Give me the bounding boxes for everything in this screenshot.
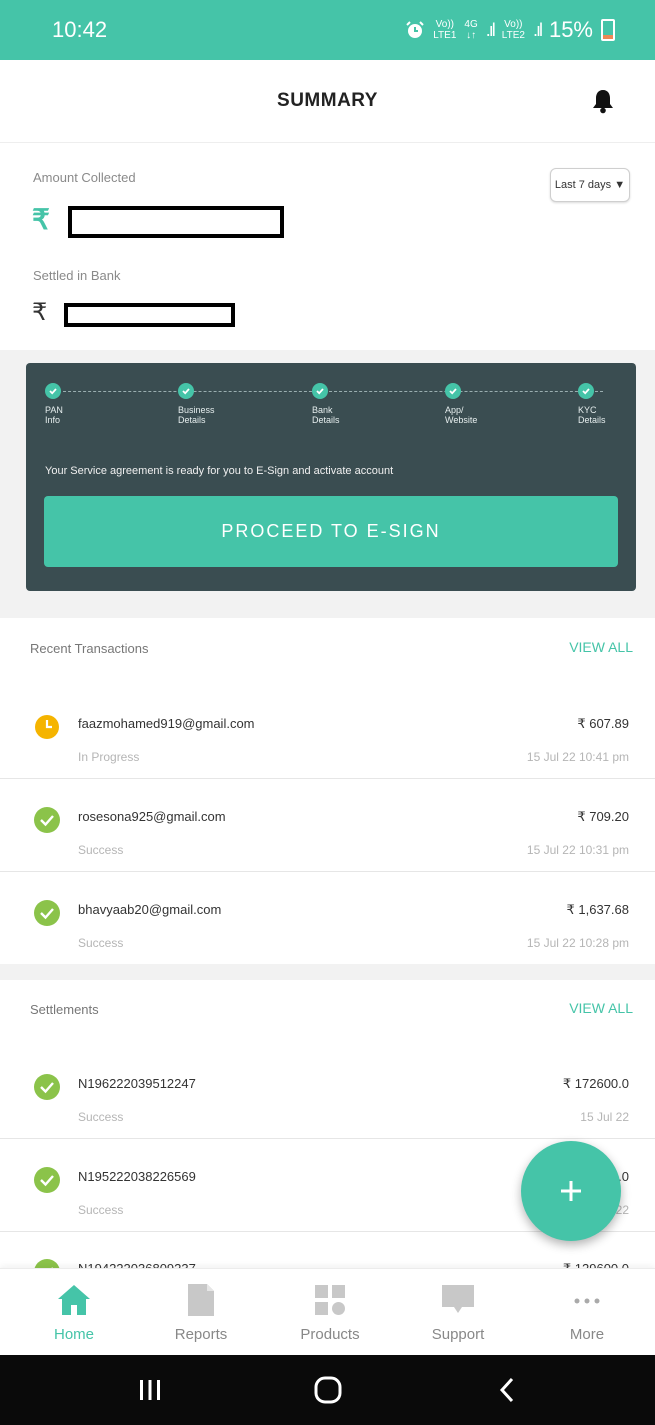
settlement-date: 15 Jul 22 — [580, 1110, 629, 1124]
check-circle-icon — [34, 1167, 60, 1193]
transaction-row[interactable]: rosesona925@gmail.com ₹ 709.20 Success 1… — [0, 779, 655, 872]
step-kyc-details: KYC Details — [578, 383, 638, 425]
check-icon — [45, 383, 61, 399]
check-icon — [445, 383, 461, 399]
nav-more[interactable]: More — [532, 1269, 642, 1356]
clock-icon — [35, 715, 59, 739]
transaction-row[interactable]: bhavyaab20@gmail.com ₹ 1,637.68 Success … — [0, 872, 655, 964]
nav-label: Support — [431, 1326, 485, 1343]
bell-icon[interactable] — [591, 88, 615, 114]
transaction-email: faazmohamed919@gmail.com — [78, 716, 255, 731]
signal-icon: .ıl — [532, 19, 543, 40]
nav-label: Products — [300, 1326, 360, 1343]
settlement-row[interactable]: N196222039512247 ₹ 172600.0 Success 15 J… — [0, 1046, 655, 1139]
signal-icon: .ıl — [485, 19, 496, 40]
transaction-row[interactable]: faazmohamed919@gmail.com ₹ 607.89 In Pro… — [0, 686, 655, 779]
check-icon — [312, 383, 328, 399]
status-bar: 10:42 Vo)) LTE1 4G ↓↑ .ıl Vo)) LTE2 .ıl 15% — [0, 0, 655, 60]
check-icon — [178, 383, 194, 399]
transaction-email: rosesona925@gmail.com — [78, 809, 226, 824]
onboarding-card: PAN Info Business Details Bank Details App/… — [26, 363, 636, 591]
settlement-amount: ₹ 172600.0 — [562, 1076, 629, 1091]
settled-value — [64, 303, 235, 327]
app-header: SUMMARY — [0, 60, 655, 143]
settlement-status: Success — [78, 1110, 124, 1124]
transaction-status: In Progress — [78, 750, 140, 764]
grid-icon — [315, 1285, 345, 1315]
back-icon[interactable] — [497, 1376, 517, 1404]
esign-message: Your Service agreement is ready for you … — [45, 465, 394, 477]
bottom-navigation: Home Reports Products Support More — [0, 1268, 655, 1356]
sim2-indicator: Vo)) LTE2 — [501, 19, 525, 41]
transaction-amount: ₹ 607.89 — [577, 716, 629, 731]
settlement-status: Success — [78, 1203, 124, 1217]
home-button-icon[interactable] — [313, 1376, 343, 1404]
settled-label: Settled in Bank — [33, 268, 121, 283]
amount-collected-label: Amount Collected — [33, 170, 136, 185]
section-divider — [0, 964, 655, 980]
transaction-date: 15 Jul 22 10:41 pm — [526, 750, 629, 764]
more-icon — [574, 1298, 600, 1304]
transactions-header: Recent Transactions VIEW ALL — [0, 619, 655, 675]
status-indicators: Vo)) LTE1 4G ↓↑ .ıl Vo)) LTE2 .ıl 15% — [405, 17, 615, 43]
settlement-id: N196222039512247 — [78, 1076, 196, 1091]
network-type: 4G ↓↑ — [464, 19, 478, 41]
nav-products[interactable]: Products — [275, 1269, 385, 1356]
settlements-view-all-link[interactable]: VIEW ALL — [569, 1000, 633, 1016]
period-dropdown[interactable]: Last 7 days ▼ — [550, 168, 630, 202]
transaction-amount: ₹ 709.20 — [577, 809, 629, 824]
check-circle-icon — [34, 1074, 60, 1100]
onboarding-stepper: PAN Info Business Details Bank Details App/… — [45, 383, 611, 433]
document-icon — [188, 1284, 214, 1316]
proceed-esign-button[interactable]: PROCEED TO E-SIGN — [44, 496, 618, 567]
transaction-status: Success — [78, 843, 124, 857]
transaction-amount: ₹ 1,637.68 — [566, 902, 630, 917]
recent-apps-icon[interactable] — [138, 1379, 162, 1401]
sim1-indicator: Vo)) LTE1 — [433, 19, 457, 41]
transactions-view-all-link[interactable]: VIEW ALL — [569, 639, 633, 655]
check-circle-icon — [34, 900, 60, 926]
transaction-date: 15 Jul 22 10:28 pm — [526, 936, 629, 950]
section-title: Recent Transactions — [30, 641, 149, 656]
amount-collected-value — [68, 206, 284, 238]
check-circle-icon — [34, 807, 60, 833]
battery-icon — [601, 19, 615, 41]
page-title: SUMMARY — [277, 90, 378, 111]
nav-label: Reports — [174, 1326, 228, 1343]
step-business-details: Business Details — [178, 383, 238, 425]
system-navigation-bar — [0, 1355, 655, 1425]
home-icon — [58, 1285, 90, 1315]
add-fab-button[interactable] — [521, 1141, 621, 1241]
section-title: Settlements — [30, 1002, 99, 1017]
transaction-date: 15 Jul 22 10:31 pm — [526, 843, 629, 857]
nav-home[interactable]: Home — [19, 1269, 129, 1356]
step-app-website: App/Website — [445, 383, 505, 425]
settlement-id: N195222038226569 — [78, 1169, 196, 1184]
rupee-icon: ₹ — [32, 204, 50, 235]
nav-label: More — [569, 1326, 605, 1343]
step-bank-details: Bank Details — [312, 383, 372, 425]
transaction-status: Success — [78, 936, 124, 950]
nav-support[interactable]: Support — [403, 1269, 513, 1356]
nav-label: Home — [53, 1326, 94, 1343]
plus-icon — [561, 1181, 581, 1201]
status-time: 10:42 — [52, 17, 108, 42]
chat-icon — [442, 1285, 474, 1313]
nav-reports[interactable]: Reports — [146, 1269, 256, 1356]
step-pan-info: PAN Info — [45, 383, 105, 425]
rupee-icon: ₹ — [32, 299, 48, 326]
transaction-email: bhavyaab20@gmail.com — [78, 902, 222, 917]
battery-level: 15% — [548, 17, 593, 42]
check-icon — [578, 383, 594, 399]
settlements-header: Settlements VIEW ALL — [0, 980, 655, 1036]
alarm-icon — [406, 21, 424, 38]
